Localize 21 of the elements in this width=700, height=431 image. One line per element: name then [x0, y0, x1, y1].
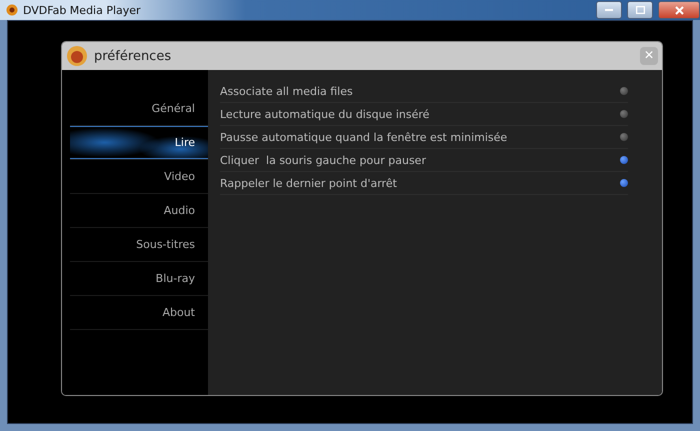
window-title: DVDFab Media Player: [23, 4, 142, 16]
sidebar-item[interactable]: Lire: [70, 126, 208, 160]
maximize-icon: [636, 6, 644, 14]
option-label: Cliquer la souris gauche pour pauser: [220, 154, 426, 166]
close-button[interactable]: [658, 1, 700, 19]
close-icon: [674, 6, 684, 14]
toggle-dot[interactable]: [620, 110, 628, 118]
toggle-dot[interactable]: [620, 156, 628, 164]
option-label: Lecture automatique du disque inséré: [220, 108, 430, 120]
option-label: Pausse automatique quand la fenêtre est minimisée: [220, 130, 508, 144]
option-label: Associate all media files: [220, 84, 353, 98]
minimize-icon: [605, 8, 613, 12]
minimize-button[interactable]: [596, 1, 622, 19]
toggle-dot[interactable]: [620, 87, 628, 95]
dialog-title: préférences: [94, 48, 172, 64]
mascot-icon: [66, 45, 88, 67]
option-label: Rappeler le dernier point d'arrêt: [220, 176, 397, 190]
maximize-button[interactable]: [627, 1, 653, 19]
toggle-dot[interactable]: [620, 179, 628, 187]
toggle-dot[interactable]: [620, 133, 628, 141]
app-logo-icon: [6, 4, 18, 16]
